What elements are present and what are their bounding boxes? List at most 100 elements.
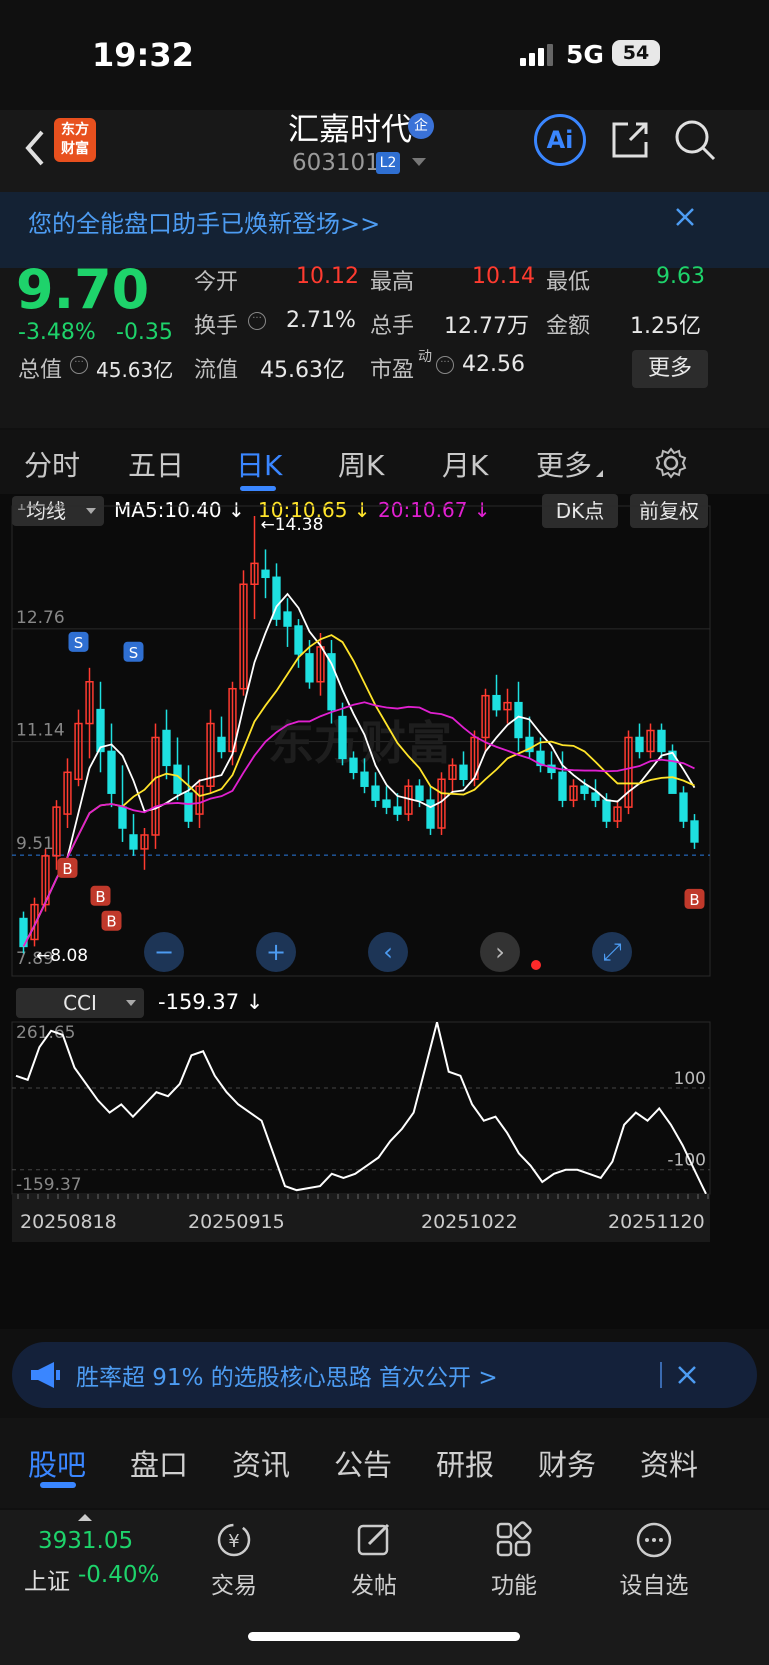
edit-icon <box>357 1523 390 1556</box>
index-name[interactable]: 上证 <box>24 1562 70 1596</box>
candle-down <box>96 708 105 753</box>
info-icon[interactable]: ··· <box>70 356 88 374</box>
tab-intraday[interactable]: 分时 <box>24 444 80 484</box>
float-value: 45.63亿 <box>260 358 345 383</box>
max-price-marker: ←14.38 <box>261 515 324 535</box>
candle-down <box>107 750 116 794</box>
candle-down <box>591 792 600 801</box>
expand-up-icon[interactable] <box>78 1514 92 1521</box>
high-value: 10.14 <box>472 264 535 289</box>
kline-panel: 均线 MA5:10.40 ↓ 10:10.65 ↓ 20:10.67 ↓ DK点… <box>0 494 769 1329</box>
close-icon[interactable] <box>672 204 698 230</box>
trade-button[interactable]: ¥ 交易 <box>174 1520 294 1600</box>
promo-divider <box>660 1362 662 1388</box>
y-axis-label: 9.51 <box>16 834 54 854</box>
quote-panel: 9.70 -3.48% -0.35 今开 10.12 最高 10.14 最低 9… <box>0 258 769 428</box>
close-icon[interactable] <box>674 1362 700 1388</box>
candle-down <box>129 834 138 850</box>
logo-line2: 财富 <box>61 141 89 157</box>
candle-down <box>283 611 292 627</box>
change-amount: -0.35 <box>116 320 173 345</box>
low-label: 最低 <box>546 270 591 295</box>
mktcap-label: 总值 <box>18 358 63 383</box>
tab-news[interactable]: 资讯 <box>232 1442 290 1484</box>
candle-down <box>371 785 380 801</box>
tab-announcements[interactable]: 公告 <box>334 1442 392 1484</box>
tab-forum[interactable]: 股吧 <box>28 1442 86 1484</box>
logo-line1: 东方 <box>61 122 89 138</box>
buy-marker-label: B <box>689 891 699 909</box>
ai-label: Ai <box>546 126 574 154</box>
bottom-toolbar: 3931.05 上证 -0.40% ¥ 交易 发帖 功能 设自选 <box>0 1510 769 1665</box>
search-icon[interactable] <box>672 116 718 164</box>
volume-value: 12.77万 <box>444 314 529 339</box>
sub-indicator-select[interactable]: CCI <box>16 988 144 1018</box>
tab-active-indicator <box>240 486 276 491</box>
promo-text[interactable]: 胜率超 91% 的选股核心思路 首次公开 > <box>76 1358 498 1392</box>
post-label: 发帖 <box>351 1573 397 1599</box>
low-value: 9.63 <box>656 264 705 289</box>
open-label: 今开 <box>194 270 239 295</box>
function-label: 功能 <box>491 1573 537 1599</box>
tab-more[interactable]: 更多 <box>536 444 592 484</box>
stock-code: 603101 <box>292 150 380 176</box>
candle-down <box>162 729 171 767</box>
share-icon[interactable] <box>608 116 652 162</box>
current-price: 9.70 <box>16 258 150 321</box>
tab-weekly-k[interactable]: 周K <box>338 444 384 484</box>
candle-down <box>338 715 347 760</box>
date-label: 20251120 <box>608 1211 705 1233</box>
amount-value: 1.25亿 <box>630 314 701 339</box>
candle-down <box>217 736 226 753</box>
status-time: 19:32 <box>92 36 194 74</box>
tab-research[interactable]: 研报 <box>436 1442 494 1484</box>
status-bar: 19:32 5G 54 <box>0 0 769 110</box>
add-watchlist-button[interactable]: 设自选 <box>594 1520 714 1600</box>
cci-chart[interactable]: 100-100261.65-159.3720250818 20250915 2025… <box>0 1016 769 1272</box>
kline-chart[interactable]: 东方财富14.3812.7611.149.517.89←14.38←8.08SS… <box>0 504 769 982</box>
tab-finance[interactable]: 财务 <box>538 1442 596 1484</box>
scroll-left-icon: ‹ <box>383 938 393 966</box>
enterprise-badge: 企 <box>408 113 434 139</box>
volume-label: 总手 <box>370 314 415 339</box>
trade-label: 交易 <box>211 1573 257 1599</box>
info-icon[interactable]: ··· <box>436 356 454 374</box>
more-circle-icon <box>636 1522 672 1558</box>
tab-profile[interactable]: 资料 <box>640 1442 698 1484</box>
back-icon[interactable] <box>16 120 56 170</box>
candle-down <box>580 785 589 794</box>
stock-header: 东方 财富 汇嘉时代 企 603101 L2 Ai <box>0 110 769 192</box>
watchlist-label: 设自选 <box>619 1573 689 1599</box>
grid-icon <box>496 1521 532 1557</box>
y-axis-label: 14.38 <box>16 504 65 515</box>
change-pct: -3.48% <box>18 320 96 345</box>
tab-five-day[interactable]: 五日 <box>128 444 184 484</box>
date-label: 20251022 <box>421 1211 518 1233</box>
post-button[interactable]: 发帖 <box>314 1520 434 1600</box>
ai-assistant-button[interactable]: Ai <box>534 114 586 166</box>
index-change[interactable]: -0.40% <box>78 1562 159 1588</box>
announcement-banner[interactable]: 您的全能盘口助手已焕新登场>> <box>0 192 769 268</box>
y-axis-label: 12.76 <box>16 608 65 628</box>
high-label: 最高 <box>370 270 415 295</box>
network-label: 5G <box>566 40 604 69</box>
promo-banner[interactable]: 胜率超 91% 的选股核心思路 首次公开 > <box>12 1342 757 1408</box>
tab-daily-k[interactable]: 日K <box>236 444 282 484</box>
settings-icon[interactable] <box>654 446 688 480</box>
tab-orderbook[interactable]: 盘口 <box>130 1442 188 1484</box>
zoom-in-icon: + <box>266 938 286 966</box>
more-button[interactable]: 更多 <box>632 350 708 388</box>
index-value[interactable]: 3931.05 <box>38 1528 133 1554</box>
candle-down <box>184 792 193 822</box>
buy-marker-label: B <box>106 913 116 931</box>
date-label: 20250818 <box>20 1211 117 1233</box>
banner-text[interactable]: 您的全能盘口助手已焕新登场>> <box>28 204 380 239</box>
info-icon[interactable]: ··· <box>248 312 266 330</box>
tab-monthly-k[interactable]: 月K <box>442 444 488 484</box>
code-dropdown-icon[interactable] <box>412 158 426 166</box>
function-button[interactable]: 功能 <box>454 1520 574 1600</box>
chevron-down-icon <box>126 1000 136 1006</box>
candle-down <box>690 820 699 843</box>
candle-down <box>305 653 314 683</box>
candle-down <box>415 785 424 801</box>
